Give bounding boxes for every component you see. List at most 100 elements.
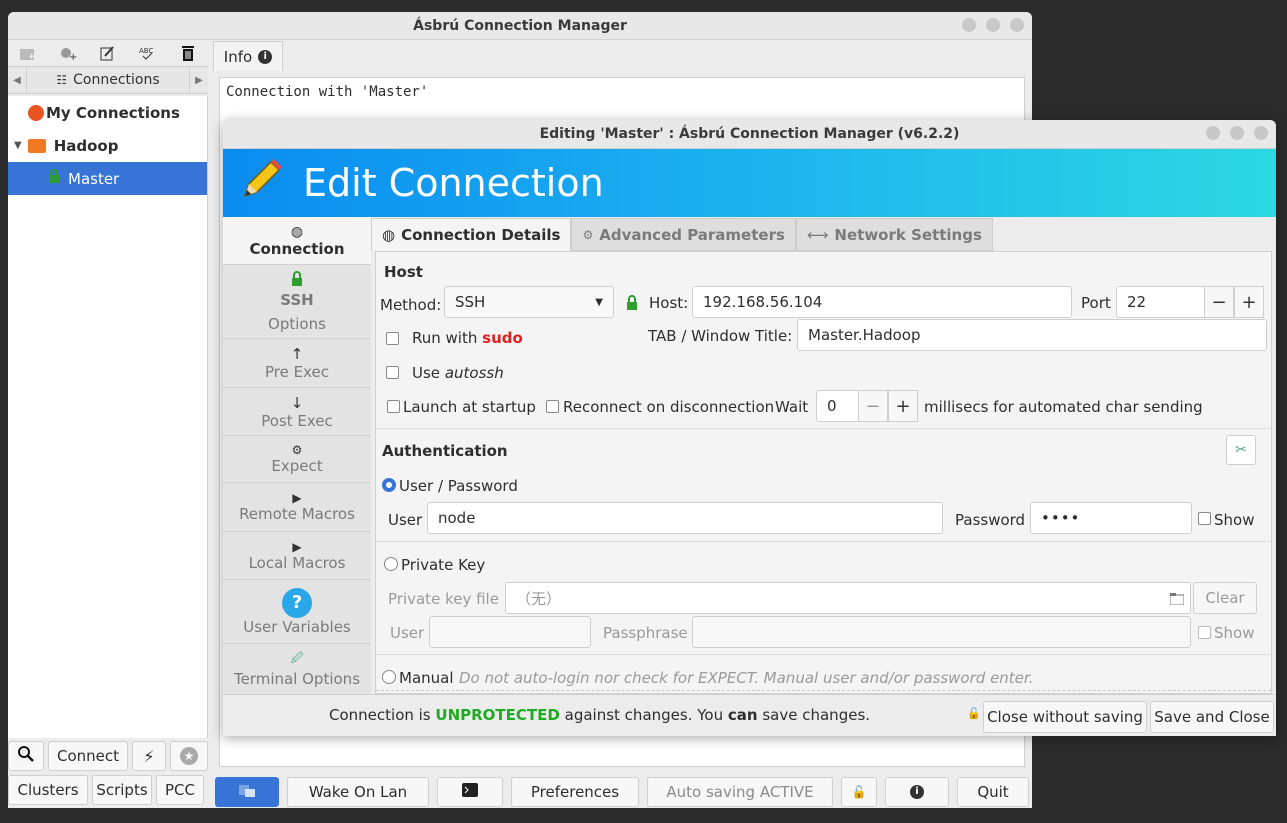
tab-connection-details[interactable]: ◍ Connection Details: [371, 218, 572, 251]
reconnect-checkbox[interactable]: [546, 400, 559, 413]
wake-on-lan-button[interactable]: Wake On Lan: [287, 777, 429, 807]
method-select[interactable]: SSH ▼: [444, 286, 614, 318]
tab-title-label: TAB / Window Title:: [648, 327, 793, 345]
sidebar-item-local-macros[interactable]: ▶ Local Macros: [223, 532, 371, 580]
use-autossh-checkbox[interactable]: [386, 366, 399, 379]
edit-connection-dialog: Editing 'Master' : Ásbrú Connection Mana…: [223, 120, 1276, 736]
private-key-file-chooser[interactable]: （无）: [505, 582, 1191, 614]
minimize-button[interactable]: [962, 18, 976, 32]
expand-arrow-icon[interactable]: ▼: [14, 140, 22, 151]
wait-decrement-button[interactable]: −: [858, 390, 888, 422]
clusters-button[interactable]: Clusters: [8, 775, 88, 805]
unlock-icon[interactable]: 🔓: [967, 707, 981, 720]
toggle-tree-button[interactable]: [215, 777, 279, 807]
connect-button[interactable]: Connect: [48, 741, 128, 771]
connection-details-panel: Host Method: SSH ▼ Host: 192.168.56.104 …: [375, 251, 1272, 694]
tab-title-input[interactable]: Master.Hadoop: [797, 319, 1267, 351]
port-input[interactable]: 22: [1116, 286, 1206, 318]
use-autossh-label: Use autossh: [412, 364, 504, 382]
run-with-sudo-checkbox[interactable]: [386, 332, 399, 345]
gears-icon: ⚙: [291, 443, 303, 457]
add-connection-icon[interactable]: +: [57, 43, 79, 63]
auth-tool-button[interactable]: ✂: [1226, 435, 1256, 465]
auto-saving-button[interactable]: Auto saving ACTIVE: [647, 777, 833, 807]
sidebar-item-post-exec[interactable]: ↓ Post Exec: [223, 388, 371, 436]
launch-at-startup-label: Launch at startup: [403, 398, 536, 416]
rename-icon[interactable]: ABC: [137, 43, 159, 63]
clear-key-button[interactable]: Clear: [1193, 582, 1257, 614]
manual-radio[interactable]: [382, 670, 396, 684]
close-button[interactable]: [1010, 18, 1024, 32]
tree-item-hadoop[interactable]: ▼ Hadoop: [8, 129, 207, 162]
password-label: Password: [955, 511, 1026, 529]
private-key-radio[interactable]: [384, 557, 398, 571]
sidebar-item-user-variables[interactable]: ? User Variables: [223, 580, 371, 644]
launch-at-startup-checkbox[interactable]: [387, 400, 400, 413]
sidebar-item-remote-macros[interactable]: ▶ Remote Macros: [223, 483, 371, 532]
password-input[interactable]: ••••: [1030, 502, 1192, 534]
port-increment-button[interactable]: +: [1234, 286, 1264, 318]
save-and-close-button[interactable]: Save and Close: [1150, 701, 1274, 733]
sidebar-item-connection[interactable]: ◍ Connection: [223, 217, 371, 265]
user-input[interactable]: node: [427, 502, 943, 534]
wait-increment-button[interactable]: +: [888, 390, 918, 422]
maximize-button[interactable]: [986, 18, 1000, 32]
dialog-minimize-button[interactable]: [1206, 126, 1220, 140]
show-password-checkbox[interactable]: [1198, 512, 1211, 525]
terminal-button[interactable]: [437, 777, 503, 807]
pcc-button[interactable]: PCC: [156, 775, 204, 805]
search-icon: [18, 746, 34, 766]
arrow-up-icon: ↑: [290, 345, 304, 363]
tree-item-my-connections[interactable]: My Connections: [8, 96, 207, 129]
sidebar-item-expect[interactable]: ⚙ Expect: [223, 436, 371, 483]
add-group-icon[interactable]: +: [17, 43, 39, 63]
quit-button[interactable]: Quit: [957, 777, 1029, 807]
scroll-right-icon[interactable]: ▶: [190, 75, 208, 86]
tree-item-master[interactable]: Master: [8, 162, 207, 195]
wait-suffix-label: millisecs for automated char sending: [924, 398, 1203, 416]
dialog-banner: Edit Connection: [223, 149, 1276, 217]
edit-icon[interactable]: [97, 43, 119, 63]
user-password-radio[interactable]: [382, 478, 396, 492]
show-passphrase-checkbox[interactable]: [1198, 626, 1211, 639]
dialog-titlebar: Editing 'Master' : Ásbrú Connection Mana…: [223, 120, 1276, 149]
host-input[interactable]: 192.168.56.104: [692, 286, 1072, 318]
quick-connect-button[interactable]: ⚡: [132, 741, 166, 771]
search-button[interactable]: [8, 741, 44, 771]
dialog-close-button[interactable]: [1254, 126, 1268, 140]
main-bottom-toolbar: Wake On Lan Preferences Auto saving ACTI…: [213, 776, 1032, 808]
delete-icon[interactable]: [177, 43, 199, 63]
favourites-button[interactable]: ★: [170, 741, 208, 771]
dialog-maximize-button[interactable]: [1230, 126, 1244, 140]
scripts-button[interactable]: Scripts: [92, 775, 152, 805]
sidebar-item-terminal-options[interactable]: 🖉 Terminal Options: [223, 644, 371, 692]
tab-advanced-parameters[interactable]: ⚙ Advanced Parameters: [571, 218, 796, 251]
close-without-saving-button[interactable]: Close without saving: [983, 701, 1147, 733]
preferences-button[interactable]: Preferences: [511, 777, 639, 807]
wait-input[interactable]: 0: [816, 390, 860, 422]
port-decrement-button[interactable]: −: [1204, 286, 1234, 318]
sidebar-item-ssh-options[interactable]: SSH Options: [223, 265, 371, 339]
passphrase-input[interactable]: [692, 616, 1191, 648]
scroll-left-icon[interactable]: ◀: [8, 75, 26, 86]
protection-status: Connection is UNPROTECTED against change…: [329, 706, 871, 724]
tree-toolbar: + + ABC: [8, 40, 208, 66]
dialog-title: Editing 'Master' : Ásbrú Connection Mana…: [539, 126, 960, 142]
pencil-icon: [237, 158, 283, 208]
star-icon: ★: [180, 747, 198, 765]
tab-info[interactable]: Info i: [213, 41, 283, 71]
tab-connections[interactable]: ☷ Connections: [26, 67, 190, 93]
private-key-user-input[interactable]: [429, 616, 591, 648]
play-icon: ▶: [292, 491, 302, 505]
protect-button[interactable]: 🔓: [841, 777, 877, 807]
divider: [376, 654, 1271, 655]
window-controls: [962, 18, 1024, 32]
show-password-label: Show: [1214, 511, 1255, 529]
tab-network-settings[interactable]: ⟷ Network Settings: [795, 218, 993, 251]
manual-label: Manual: [399, 669, 454, 687]
host-section-title: Host: [384, 263, 423, 281]
sidebar-item-pre-exec[interactable]: ↑ Pre Exec: [223, 339, 371, 388]
banner-title: Edit Connection: [303, 161, 604, 205]
about-button[interactable]: i: [885, 777, 949, 807]
svg-text:+: +: [69, 52, 77, 61]
